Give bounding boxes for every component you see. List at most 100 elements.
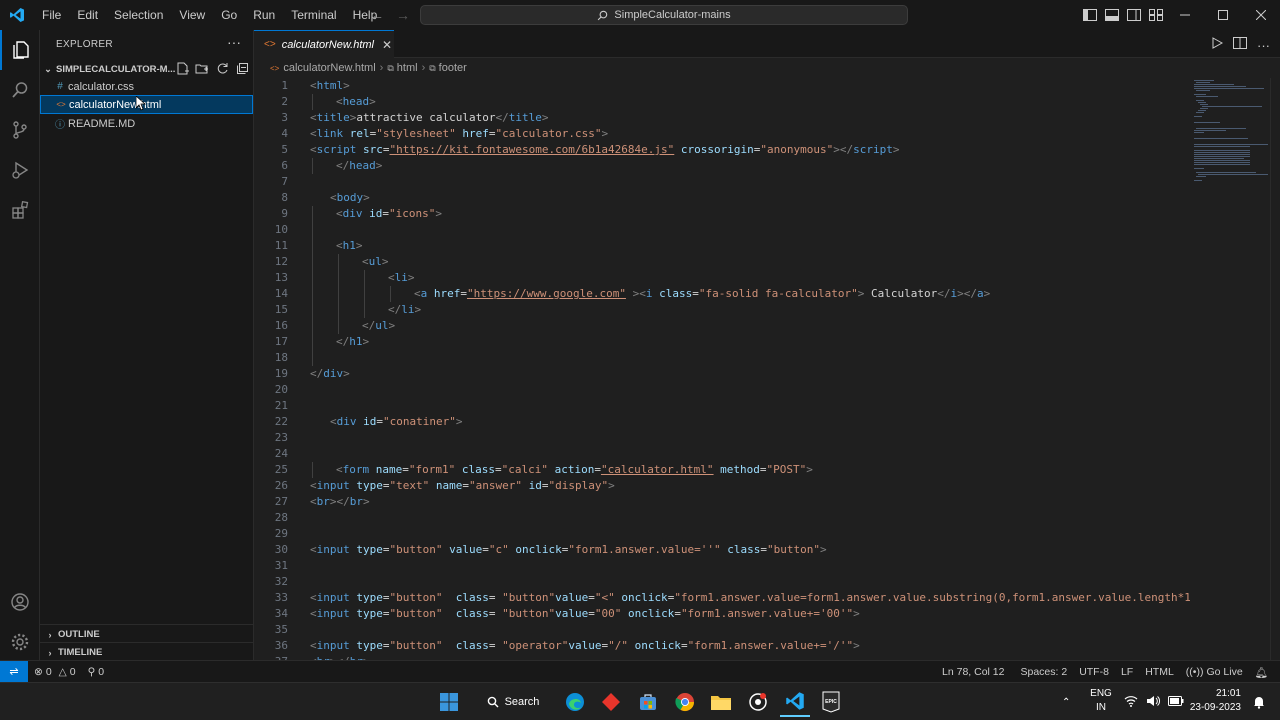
source-control-icon[interactable] <box>0 110 40 150</box>
layout-controls <box>1082 0 1164 30</box>
manage-gear-icon[interactable] <box>0 622 40 662</box>
chrome-icon[interactable] <box>670 687 700 717</box>
chevron-down-icon: ⌄ <box>44 63 52 74</box>
windows-taskbar: Search EPIC ⌃ ENG IN 21:01 23-09-2023 <box>0 682 1280 720</box>
store-icon[interactable] <box>633 687 663 717</box>
tray-overflow-chevron-icon[interactable]: ⌃ <box>1062 683 1070 720</box>
breadcrumb-html[interactable]: ⧉ html <box>387 62 417 74</box>
problems-indicator[interactable]: ⊗ 0 △ 0 <box>28 661 82 683</box>
menu-view[interactable]: View <box>171 0 213 30</box>
toggle-primary-sidebar-icon[interactable] <box>1082 7 1098 23</box>
search-view-icon[interactable] <box>0 70 40 110</box>
code-line: <br></br> <box>310 495 370 508</box>
extensions-icon[interactable] <box>0 190 40 230</box>
tab-calculatornew-html[interactable]: <> calculatorNew.html ✕ <box>254 30 394 58</box>
code-line: <form name="form1" class="calci" action=… <box>254 462 1190 478</box>
command-center[interactable]: SimpleCalculator-mains <box>420 5 908 25</box>
file-name: calculator.css <box>68 80 135 93</box>
refresh-icon[interactable] <box>214 60 230 76</box>
vertical-scrollbar[interactable] <box>1270 78 1280 660</box>
menu-terminal[interactable]: Terminal <box>283 0 344 30</box>
toggle-panel-icon[interactable] <box>1104 7 1120 23</box>
run-icon[interactable] <box>1211 36 1224 54</box>
code-line <box>254 222 1190 238</box>
edge-browser-icon[interactable] <box>560 687 590 717</box>
explorer-icon[interactable] <box>0 30 40 70</box>
line-number: 31 <box>254 558 1190 574</box>
line-number-text: 31 <box>274 559 288 572</box>
cursor-position[interactable]: Ln 78, Col 12 <box>936 661 1010 683</box>
encoding[interactable]: UTF-8 <box>1073 661 1115 683</box>
breadcrumb-file[interactable]: <> calculatorNew.html <box>270 62 376 74</box>
system-clock[interactable]: 21:01 23-09-2023 <box>1183 687 1241 715</box>
run-debug-icon[interactable] <box>0 150 40 190</box>
menu-edit[interactable]: Edit <box>69 0 106 30</box>
collapse-all-icon[interactable] <box>234 60 250 76</box>
accounts-icon[interactable] <box>0 582 40 622</box>
remote-icon[interactable]: ⇌ <box>0 660 28 683</box>
wifi-icon <box>1124 695 1138 710</box>
breadcrumb: <> calculatorNew.html › ⧉ html › ⧉ footer <box>254 58 1280 78</box>
notifications-bell-icon[interactable]: 🔔︎ <box>1249 661 1274 683</box>
line-number-text: 7 <box>281 175 288 188</box>
navigation-arrows: ← → <box>370 0 410 30</box>
go-live-button[interactable]: ((•)) Go Live <box>1180 661 1249 683</box>
vscode-taskbar-icon[interactable] <box>780 687 810 717</box>
back-arrow-icon[interactable]: ← <box>370 7 384 23</box>
line-number: 29 <box>254 526 1190 542</box>
windows-start-icon[interactable] <box>434 687 464 717</box>
line-number-text: 28 <box>274 511 288 524</box>
close-tab-icon[interactable]: ✕ <box>382 38 392 52</box>
minimize-icon[interactable] <box>1166 0 1204 30</box>
minimap[interactable] <box>1190 78 1270 660</box>
menu-go[interactable]: Go <box>213 0 245 30</box>
outline-panel-header[interactable]: › OUTLINE <box>40 624 254 644</box>
code-editor[interactable]: 1 2 3 4 5 6 7 8 9 10 11 12 13 14 15 16 17 18 19 20 21 22 23 24 2… <box>254 78 1190 660</box>
menu-file[interactable]: File <box>34 0 69 30</box>
editor-actions: ··· <box>1211 36 1270 54</box>
new-file-icon[interactable] <box>174 60 190 76</box>
more-actions-icon[interactable]: ··· <box>227 34 241 50</box>
forward-arrow-icon[interactable]: → <box>396 7 410 23</box>
input-language[interactable]: ENG IN <box>1086 687 1116 715</box>
ports-indicator[interactable]: ⚲ 0 <box>82 661 111 683</box>
new-folder-icon[interactable] <box>194 60 210 76</box>
more-actions-icon[interactable]: ··· <box>1257 38 1270 53</box>
split-editor-icon[interactable] <box>1233 36 1247 54</box>
menu-run[interactable]: Run <box>245 0 283 30</box>
file-item-calculatornew-html[interactable]: <> calculatorNew.html <box>40 95 253 114</box>
red-diamond-app-icon[interactable] <box>596 687 626 717</box>
title-bar: File Edit Selection View Go Run Terminal… <box>0 0 1280 30</box>
taskbar-search[interactable]: Search <box>478 690 548 714</box>
warning-icon: △ <box>58 665 67 678</box>
system-tray[interactable] <box>1124 683 1184 720</box>
search-icon <box>598 10 608 20</box>
ports-icon: ⚲ <box>87 665 96 678</box>
tab-label: calculatorNew.html <box>281 38 375 51</box>
browser-app-icon[interactable] <box>743 687 773 717</box>
menu-selection[interactable]: Selection <box>106 0 171 30</box>
timeline-label: TIMELINE <box>58 647 103 658</box>
breadcrumb-footer[interactable]: ⧉ footer <box>429 62 467 74</box>
file-explorer-icon[interactable] <box>706 687 736 717</box>
code-line <box>254 350 1190 366</box>
vscode-window: File Edit Selection View Go Run Terminal… <box>0 0 1280 720</box>
search-icon <box>487 696 499 708</box>
epic-games-icon[interactable]: EPIC <box>816 687 846 717</box>
toggle-secondary-sidebar-icon[interactable] <box>1126 7 1142 23</box>
line-number: 35 <box>254 622 1190 638</box>
customize-layout-icon[interactable] <box>1148 7 1164 23</box>
code-line: <script src="https://kit.fontawesome.com… <box>310 143 900 156</box>
maximize-icon[interactable] <box>1204 0 1242 30</box>
line-number: 21 <box>254 398 1190 414</box>
close-window-icon[interactable] <box>1242 0 1280 30</box>
notification-center-icon[interactable] <box>1252 683 1266 720</box>
timeline-panel-header[interactable]: › TIMELINE <box>40 642 254 662</box>
line-number: 23 <box>254 430 1190 446</box>
file-item-calculator-css[interactable]: # calculator.css <box>40 77 253 96</box>
indentation[interactable]: Spaces: 2 <box>1014 661 1073 683</box>
end-of-line[interactable]: LF <box>1115 661 1139 683</box>
language-mode[interactable]: HTML <box>1139 661 1180 683</box>
file-item-readme-md[interactable]: ⓘ README.MD <box>40 114 253 133</box>
html-file-icon: <> <box>264 39 276 50</box>
